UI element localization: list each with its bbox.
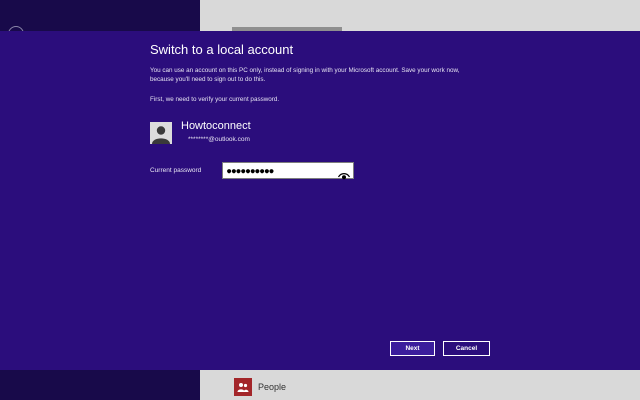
people-tile-label: People — [258, 382, 287, 392]
screen: People Switch to a local account You can… — [0, 0, 640, 400]
verify-prompt: First, we need to verify your current pa… — [150, 96, 280, 103]
user-silhouette-icon — [150, 122, 172, 144]
password-label: Current password — [150, 167, 202, 174]
account-name: Howtoconnect — [181, 120, 251, 132]
switch-account-dialog: Switch to a local account You can use an… — [0, 31, 640, 370]
people-tile[interactable]: People — [234, 378, 286, 396]
cancel-button[interactable]: Cancel — [443, 341, 490, 356]
password-input[interactable] — [223, 163, 337, 178]
account-info: Howtoconnect ********@outlook.com — [150, 120, 410, 146]
dialog-title: Switch to a local account — [150, 42, 294, 57]
dialog-description: You can use an account on this PC only, … — [150, 67, 460, 83]
people-icon — [234, 378, 252, 396]
eye-icon[interactable] — [337, 166, 351, 180]
account-email: ********@outlook.com — [188, 136, 250, 143]
next-button[interactable]: Next — [390, 341, 435, 356]
password-field[interactable] — [222, 162, 354, 180]
